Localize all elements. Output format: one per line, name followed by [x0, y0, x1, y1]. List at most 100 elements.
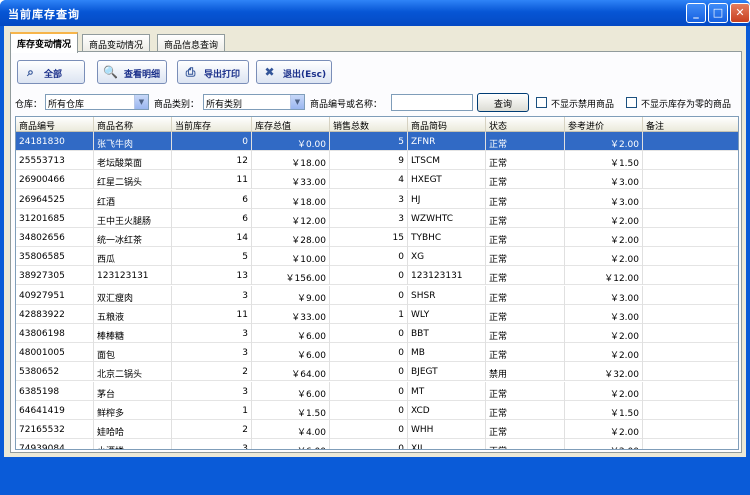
table-row[interactable]: 5380652 北京二锅头 2 ￥64.00 0 BJEGT 禁用 ￥32.00 — [16, 362, 738, 382]
cell-stock: 12 — [172, 151, 252, 171]
cell-stock: 11 — [172, 304, 252, 324]
cell-name: 老坛酸菜面 — [94, 151, 172, 171]
hide-zero-checkbox[interactable] — [626, 97, 637, 108]
table-row[interactable]: 38927305 123123131 13 ￥156.00 0 123123131 正常 ￥1… — [16, 266, 738, 286]
cell-name: 王中王火腿肠 — [94, 208, 172, 228]
cell-total-value: ￥156.00 — [252, 266, 330, 286]
column-header-cost-price[interactable]: 参考进价 — [565, 117, 643, 132]
minimize-button[interactable]: _ — [686, 3, 706, 23]
table-row[interactable]: 26900466 红星二锅头 11 ￥33.00 4 HXEGT 正常 ￥3.00 — [16, 170, 738, 190]
cell-remark — [643, 170, 738, 189]
cell-name: 红星二锅头 — [94, 170, 172, 190]
table-row[interactable]: 6385198 茅台 3 ￥6.00 0 MT 正常 ￥2.00 — [16, 381, 738, 401]
export-print-label: 导出打印 — [204, 70, 241, 80]
table-row[interactable]: 34802656 统一冰红茶 14 ￥28.00 15 TYBHC 正常 ￥2.00 — [16, 228, 738, 247]
chevron-down-icon[interactable]: ▼ — [134, 95, 148, 109]
cell-short-code: LTSCM — [408, 151, 486, 171]
cell-total-value: ￥6.00 — [252, 343, 330, 363]
column-header-sales[interactable]: 销售总数 — [330, 117, 408, 132]
cell-name: 西瓜 — [94, 247, 172, 267]
cell-status: 正常 — [486, 266, 565, 286]
cell-stock: 6 — [172, 208, 252, 228]
table-row[interactable]: 26964525 红酒 6 ￥18.00 3 HJ 正常 ￥3.00 — [16, 189, 738, 209]
table-row[interactable]: 31201685 王中王火腿肠 6 ￥12.00 3 WZWHTC 正常 ￥2.00 — [16, 208, 738, 228]
cell-total-value: ￥33.00 — [252, 170, 330, 190]
cell-cost-price: ￥3.00 — [565, 189, 643, 209]
cell-status: 正常 — [486, 324, 565, 343]
exit-label: 退出(Esc) — [283, 70, 327, 80]
table-row[interactable]: 40927951 双汇瘦肉 3 ￥9.00 0 SHSR 正常 ￥3.00 — [16, 285, 738, 305]
cell-status: 正常 — [486, 304, 565, 324]
table-row[interactable]: 42883922 五粮液 11 ￥33.00 1 WLY 正常 ￥3.00 — [16, 304, 738, 324]
cell-short-code: WLY — [408, 304, 486, 324]
cell-sales: 0 — [330, 439, 408, 449]
column-header-name[interactable]: 商品名称 — [94, 117, 172, 132]
tab-inventory-changes[interactable]: 库存变动情况 — [10, 32, 79, 53]
cell-sales: 0 — [330, 266, 408, 286]
column-header-code[interactable]: 商品编号 — [16, 117, 94, 132]
cell-code: 72165532 — [16, 420, 94, 439]
cell-total-value: ￥4.00 — [252, 420, 330, 439]
cell-short-code: SHSR — [408, 285, 486, 305]
cell-remark — [643, 343, 738, 362]
cell-short-code: MT — [408, 381, 486, 401]
export-print-button[interactable]: ⎙ 导出打印 — [177, 60, 249, 84]
column-header-status[interactable]: 状态 — [486, 117, 565, 132]
close-button[interactable]: ✕ — [730, 3, 750, 23]
cell-total-value: ￥18.00 — [252, 151, 330, 171]
cell-code: 26900466 — [16, 170, 94, 190]
table-row[interactable]: 43806198 棒棒糖 3 ￥6.00 0 BBT 正常 ￥2.00 — [16, 324, 738, 343]
table-row[interactable]: 25553713 老坛酸菜面 12 ￥18.00 9 LTSCM 正常 ￥1.50 — [16, 151, 738, 171]
hide-disabled-label: 不显示禁用商品 — [551, 100, 615, 110]
cell-total-value: ￥0.00 — [252, 132, 330, 151]
cell-status: 正常 — [486, 208, 565, 228]
cell-code: 48001005 — [16, 343, 94, 363]
cell-code: 74939084 — [16, 439, 94, 449]
view-detail-label: 查看明细 — [124, 70, 161, 80]
view-detail-button[interactable]: 🔍 查看明细 — [97, 60, 167, 84]
exit-button[interactable]: ✖ 退出(Esc) — [256, 60, 332, 84]
cell-remark — [643, 362, 738, 381]
cell-total-value: ￥1.50 — [252, 400, 330, 420]
cell-name: 红酒 — [94, 189, 172, 209]
cell-status: 正常 — [486, 439, 565, 449]
table-row[interactable]: 72165532 娃哈哈 2 ￥4.00 0 WHH 正常 ￥2.00 — [16, 420, 738, 439]
column-header-remark[interactable]: 备注 — [643, 117, 738, 132]
table-row[interactable]: 74939084小酒楼3￥6.000XJL正常￥2.00 — [16, 439, 738, 449]
cell-sales: 0 — [330, 343, 408, 363]
tab-product-info[interactable]: 商品信息查询 — [157, 34, 226, 52]
cell-remark — [643, 420, 738, 439]
category-label: 商品类别： — [154, 100, 200, 110]
code-name-input[interactable] — [391, 94, 473, 111]
printer-icon: ⎙ — [185, 65, 196, 79]
all-button-label: 全部 — [44, 70, 63, 80]
column-header-total-value[interactable]: 库存总值 — [252, 117, 330, 132]
column-header-short-code[interactable]: 商品简码 — [408, 117, 486, 132]
all-button[interactable]: ⌕ 全部 — [17, 60, 85, 84]
cell-code: 38927305 — [16, 266, 94, 286]
table-row[interactable]: 48001005 面包 3 ￥6.00 0 MB 正常 ￥2.00 — [16, 343, 738, 363]
cell-remark — [643, 305, 738, 324]
magnifier-icon: 🔍 — [103, 65, 118, 79]
chevron-down-icon[interactable]: ▼ — [290, 95, 304, 109]
cell-name: 五粮液 — [94, 304, 172, 324]
table-row[interactable]: 35806585 西瓜 5 ￥10.00 0 XG 正常 ￥2.00 — [16, 247, 738, 267]
cell-cost-price: ￥3.00 — [565, 170, 643, 190]
hide-disabled-checkbox[interactable] — [536, 97, 547, 108]
column-header-stock[interactable]: 当前库存 — [172, 117, 252, 132]
query-button[interactable]: 查询 — [477, 93, 529, 112]
table-row[interactable]: 24181830 张飞牛肉 0 ￥0.00 5 ZFNR 正常 ￥2.00 — [16, 132, 738, 151]
cell-remark — [643, 228, 738, 247]
maximize-button[interactable]: □ — [708, 3, 728, 23]
cell-remark — [643, 209, 738, 228]
cell-status: 正常 — [486, 381, 565, 401]
cell-cost-price: ￥2.00 — [565, 381, 643, 401]
cell-sales: 3 — [330, 189, 408, 209]
title-bar[interactable]: 当前库存查询 _ □ ✕ — [0, 0, 750, 26]
tab-product-changes[interactable]: 商品变动情况 — [82, 34, 151, 52]
category-select[interactable]: 所有类别 ▼ — [203, 94, 305, 110]
warehouse-select[interactable]: 所有仓库 ▼ — [45, 94, 149, 110]
inventory-table[interactable]: 商品编号 商品名称 当前库存 库存总值 销售总数 商品简码 状态 参考进价 备注 2418183… — [15, 116, 739, 450]
table-row[interactable]: 64641419 鲜榨多 1 ￥1.50 0 XCD 正常 ￥1.50 — [16, 400, 738, 420]
cell-name: 123123131 — [94, 266, 172, 286]
